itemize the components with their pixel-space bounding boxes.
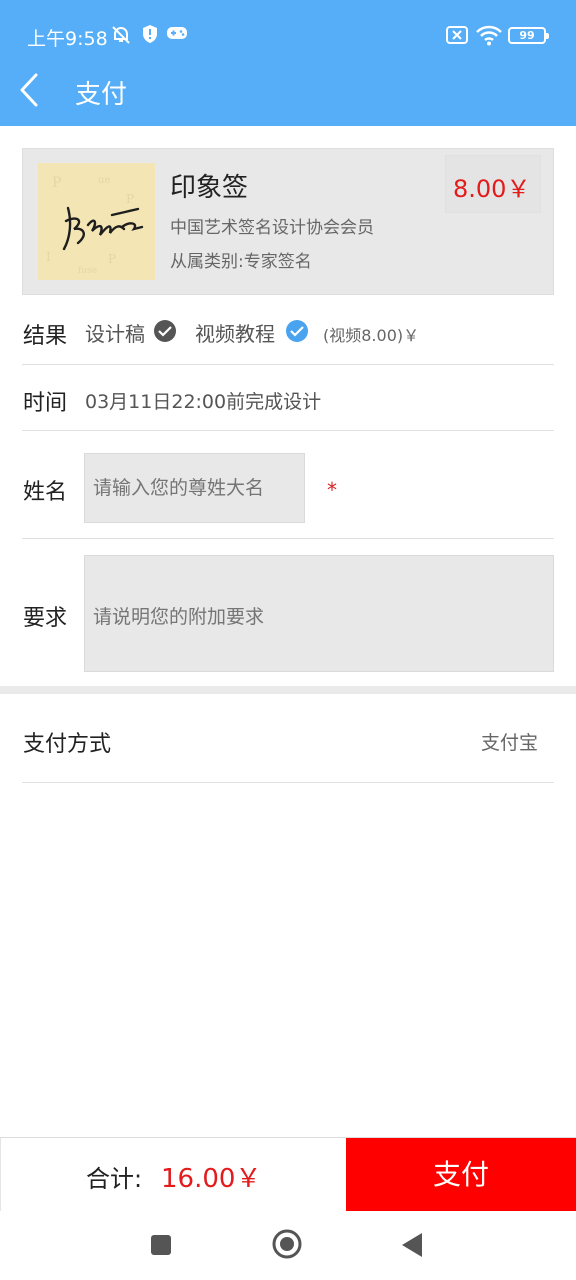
name-input[interactable] <box>84 453 305 523</box>
signature-thumbnail: P ue P I P fuse <box>38 163 155 280</box>
name-label: 姓名 <box>23 480 68 505</box>
design-checked-icon[interactable] <box>154 320 176 342</box>
svg-text:P: P <box>52 175 61 191</box>
chevron-left-icon <box>20 73 38 107</box>
status-time: 上午9:58 <box>27 28 108 50</box>
requirement-textarea[interactable] <box>84 555 554 672</box>
product-price: 8.00￥ <box>453 175 531 203</box>
result-label: 结果 <box>23 324 68 349</box>
divider <box>22 364 554 365</box>
total-amount: 16.00￥ <box>161 1164 262 1194</box>
time-value: 03月11日22:00前完成设计 <box>85 391 322 413</box>
option-design-label[interactable]: 设计稿 <box>85 318 145 347</box>
product-subtitle: 中国艺术签名设计协会会员 <box>170 218 374 238</box>
payment-method-value[interactable]: 支付宝 <box>481 728 538 755</box>
svg-text:fuse: fuse <box>78 266 97 276</box>
no-sim-icon <box>446 26 468 48</box>
total-label: 合计: <box>86 1165 143 1193</box>
pay-button[interactable]: 支付 <box>346 1138 576 1212</box>
svg-text:P: P <box>126 192 134 206</box>
requirement-label: 要求 <box>23 606 68 631</box>
total-section: 合计: 16.00￥ <box>0 1138 346 1212</box>
nav-bar: 支付 <box>0 70 576 126</box>
svg-text:ue: ue <box>98 175 110 186</box>
svg-text:P: P <box>108 252 116 266</box>
battery-indicator: 99 <box>508 27 549 44</box>
mute-bell-icon <box>110 24 132 46</box>
home-circle-icon[interactable] <box>272 1229 302 1263</box>
option-video-label[interactable]: 视频教程 <box>195 318 275 347</box>
divider <box>22 430 554 431</box>
divider <box>22 782 554 783</box>
app-header: 上午9:58 99 支付 <box>0 0 576 126</box>
back-triangle-icon[interactable] <box>401 1232 423 1262</box>
status-bar: 上午9:58 99 <box>0 0 576 70</box>
product-name: 印象签 <box>170 173 249 203</box>
video-price-note: (视频8.00)￥ <box>323 326 420 345</box>
time-label: 时间 <box>23 391 68 416</box>
section-separator <box>0 686 576 694</box>
gamepad-icon <box>166 24 188 46</box>
page-title: 支付 <box>75 80 128 110</box>
video-checked-icon[interactable] <box>286 320 308 342</box>
divider <box>22 538 554 539</box>
required-mark: * <box>327 478 337 502</box>
product-category: 从属类别:专家签名 <box>170 252 312 272</box>
recents-square-icon[interactable] <box>150 1234 172 1260</box>
payment-method-label: 支付方式 <box>23 732 112 757</box>
wifi-icon <box>476 24 502 46</box>
back-button[interactable] <box>12 70 56 114</box>
shield-icon <box>141 24 163 46</box>
product-card: P ue P I P fuse 印象签 中国艺术签名设计协会会员 从属类别:专家… <box>22 148 554 295</box>
checkout-bar: 合计: 16.00￥ 支付 <box>0 1137 576 1212</box>
svg-text:I: I <box>46 250 51 264</box>
system-nav-bar <box>0 1211 576 1280</box>
